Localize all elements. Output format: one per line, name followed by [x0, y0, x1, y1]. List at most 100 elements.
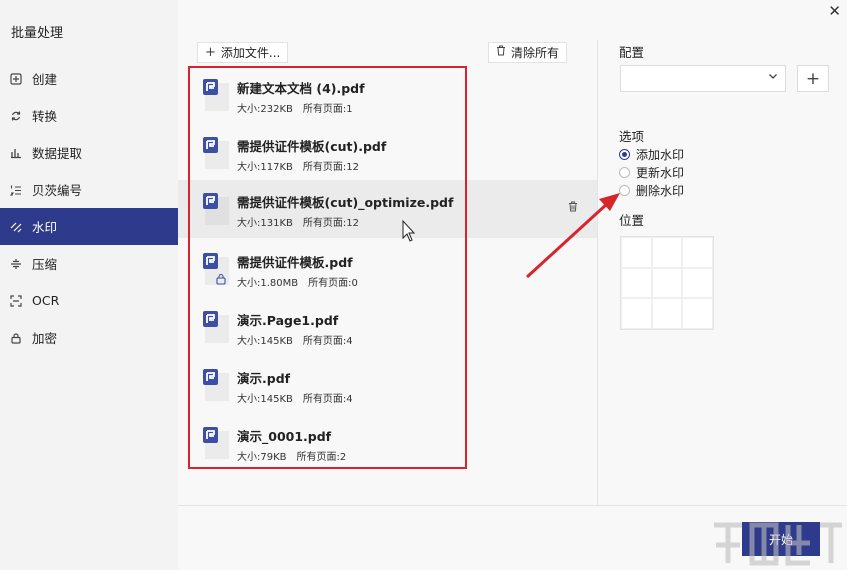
file-list: 新建文本文档 (4).pdf 大小:232KB 所有页面:1 需提供证件模板(cu… [178, 62, 598, 472]
clear-all-label: 清除所有 [511, 46, 560, 60]
position-cell-bottom-center[interactable] [651, 298, 683, 329]
pdf-file-icon [203, 253, 231, 287]
file-row[interactable]: 需提供证件模板(cut).pdf 大小:117KB 所有页面:12 [178, 124, 598, 182]
file-name: 需提供证件模板(cut).pdf [237, 139, 387, 154]
radio-label: 删除水印 [636, 184, 685, 198]
file-pages: 所有页面:0 [308, 278, 358, 289]
sidebar-item-label: 转换 [32, 109, 58, 124]
file-row[interactable]: 需提供证件模板.pdf 大小:1.80MB 所有页面:0 [178, 240, 598, 298]
file-name: 新建文本文档 (4).pdf [237, 81, 365, 96]
radio-dot [619, 167, 630, 178]
position-cell-bottom-right[interactable] [682, 298, 713, 329]
data-extract-icon [9, 146, 23, 160]
file-row[interactable]: 演示.Page1.pdf 大小:145KB 所有页面:4 [178, 298, 598, 356]
trash-icon [496, 45, 506, 60]
position-label: 位置 [619, 213, 645, 228]
ocr-icon [9, 294, 23, 308]
sidebar-item-convert[interactable]: 转换 [0, 97, 178, 134]
sidebar-item-data-extract[interactable]: 数据提取 [0, 134, 178, 171]
position-cell-middle-left[interactable] [621, 267, 652, 299]
file-size: 大小:145KB [237, 394, 293, 405]
footer-divider [178, 505, 847, 506]
sidebar-item-label: 水印 [32, 220, 58, 235]
file-pages: 所有页面:12 [302, 162, 359, 173]
plus-icon: + [805, 68, 821, 89]
sidebar-item-label: 压缩 [32, 257, 58, 272]
compress-icon [9, 257, 23, 271]
file-row[interactable]: 新建文本文档 (4).pdf 大小:232KB 所有页面:1 [178, 66, 598, 124]
file-row[interactable]: 演示.pdf 大小:145KB 所有页面:4 [178, 356, 598, 414]
position-cell-top-center[interactable] [651, 237, 683, 268]
sidebar: 批量处理 创建 转换 数据提取 贝茨编号 水印 压缩 OCR 加密 [0, 0, 178, 570]
pdf-file-icon [203, 79, 231, 113]
options-label: 选项 [619, 129, 645, 144]
radio-label: 添加水印 [636, 148, 685, 162]
file-name: 需提供证件模板(cut)_optimize.pdf [237, 195, 454, 210]
clear-all-button[interactable]: 清除所有 [488, 42, 568, 63]
radio-label: 更新水印 [636, 166, 685, 180]
position-cell-middle-right[interactable] [682, 267, 713, 299]
pdf-file-icon [203, 427, 231, 461]
file-name: 演示_0001.pdf [237, 429, 332, 444]
sidebar-item-watermark[interactable]: 水印 [0, 208, 178, 245]
create-icon [9, 72, 23, 86]
file-pages: 所有页面:1 [302, 104, 353, 115]
panel-divider [597, 40, 598, 506]
file-size: 大小:1.80MB [237, 278, 299, 289]
pdf-file-icon [203, 193, 231, 227]
radio-update-watermark[interactable]: 更新水印 [619, 164, 684, 181]
lock-icon [9, 331, 23, 345]
add-config-button[interactable]: + [797, 65, 829, 92]
file-row[interactable]: 演示_0001.pdf 大小:79KB 所有页面:2 [178, 414, 598, 472]
file-meta: 大小:1.80MB 所有页面:0 [237, 274, 368, 289]
add-files-label: 添加文件... [220, 46, 281, 60]
bates-number-icon [9, 183, 23, 197]
file-size: 大小:145KB [237, 336, 293, 347]
position-cell-bottom-left[interactable] [621, 298, 652, 329]
start-button-label: 开始 [768, 532, 793, 547]
sidebar-item-encrypt[interactable]: 加密 [0, 319, 178, 356]
app-title: 批量处理 [11, 26, 64, 41]
file-size: 大小:117KB [237, 162, 293, 173]
radio-add-watermark[interactable]: 添加水印 [619, 146, 684, 163]
sidebar-item-compress[interactable]: 压缩 [0, 245, 178, 282]
position-cell-top-left[interactable] [621, 237, 652, 268]
plus-icon: + [205, 45, 216, 60]
close-icon[interactable]: ✕ [828, 2, 841, 20]
radio-dot [619, 185, 630, 196]
file-meta: 大小:145KB 所有页面:4 [237, 332, 363, 347]
sidebar-item-label: 创建 [32, 72, 58, 87]
pdf-file-icon [203, 311, 231, 345]
position-cell-top-right[interactable] [682, 237, 713, 268]
file-name: 演示.Page1.pdf [237, 313, 339, 328]
sidebar-item-ocr[interactable]: OCR [0, 282, 178, 319]
file-name: 演示.pdf [237, 371, 291, 386]
sidebar-item-label: OCR [32, 293, 60, 308]
file-meta: 大小:117KB 所有页面:12 [237, 158, 369, 173]
file-pages: 所有页面:12 [302, 218, 359, 229]
file-pages: 所有页面:4 [302, 394, 353, 405]
file-meta: 大小:145KB 所有页面:4 [237, 390, 363, 405]
start-button[interactable]: 开始 [742, 522, 820, 556]
pdf-file-icon [203, 137, 231, 171]
watermark-icon [9, 220, 23, 234]
sidebar-item-bates-number[interactable]: 贝茨编号 [0, 171, 178, 208]
chevron-down-icon [768, 71, 778, 84]
file-meta: 大小:131KB 所有页面:12 [237, 214, 369, 229]
file-meta: 大小:79KB 所有页面:2 [237, 448, 356, 463]
remove-file-icon[interactable] [568, 201, 578, 215]
sidebar-item-label: 数据提取 [32, 146, 83, 161]
sidebar-item-label: 贝茨编号 [32, 183, 83, 198]
radio-remove-watermark[interactable]: 删除水印 [619, 182, 684, 199]
file-size: 大小:131KB [237, 218, 293, 229]
file-row[interactable]: 需提供证件模板(cut)_optimize.pdf 大小:131KB 所有页面:1… [178, 180, 598, 238]
add-files-button[interactable]: + 添加文件... [197, 42, 289, 63]
sidebar-item-label: 加密 [32, 331, 58, 346]
position-cell-center[interactable] [651, 267, 683, 299]
radio-dot [619, 149, 630, 160]
file-name: 需提供证件模板.pdf [237, 255, 353, 270]
sidebar-item-create[interactable]: 创建 [0, 60, 178, 97]
pdf-file-icon [203, 369, 231, 403]
config-select[interactable] [620, 65, 786, 92]
file-size: 大小:232KB [237, 104, 293, 115]
